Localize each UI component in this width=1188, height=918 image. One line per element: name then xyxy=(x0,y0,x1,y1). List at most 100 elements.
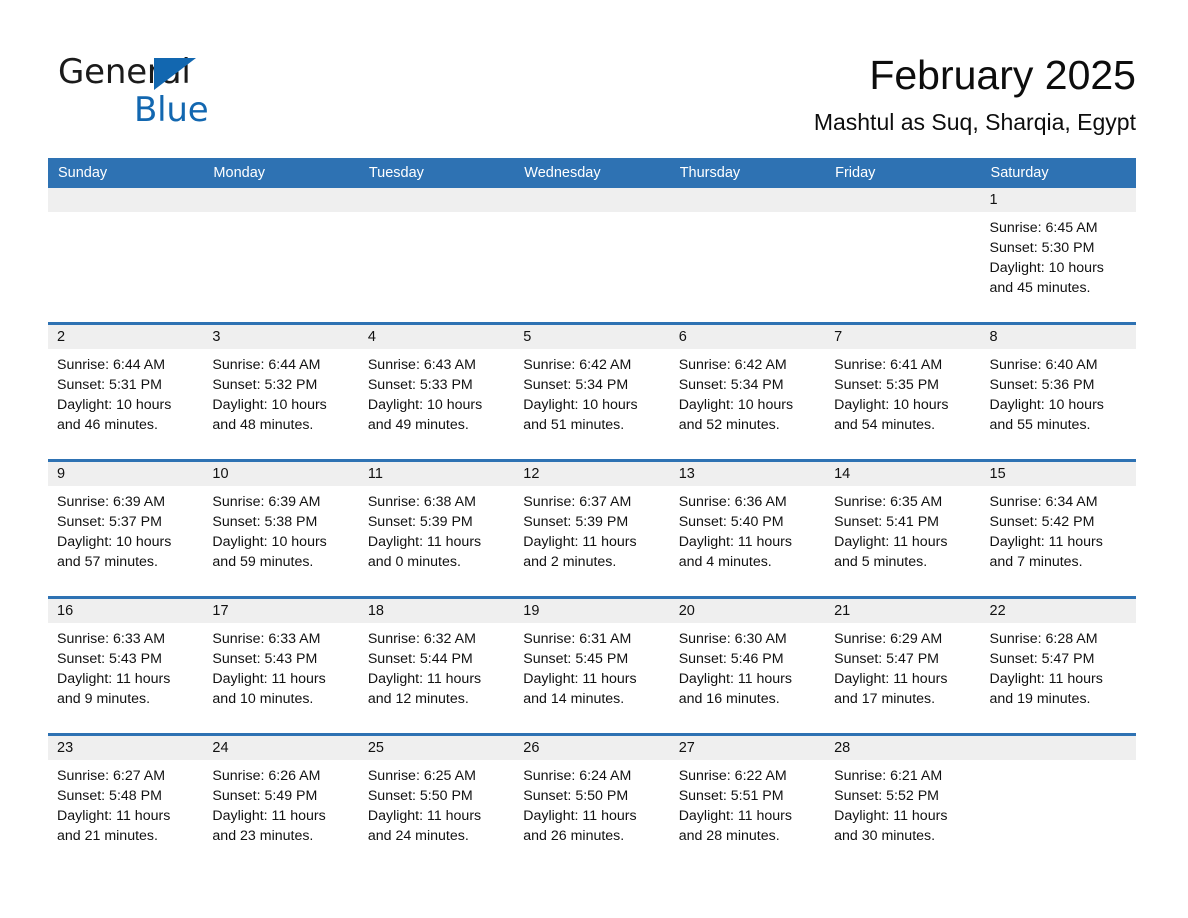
daylight-text-line1: Daylight: 10 hours xyxy=(367,397,483,413)
day-cell[interactable] xyxy=(48,188,204,322)
sunset-text: Sunset: 5:51 PM xyxy=(678,788,784,804)
day-number: 24 xyxy=(203,736,359,760)
day-details xyxy=(981,760,1136,870)
day-details: Sunrise: 6:45 AM Sunset: 5:30 PM Daylight:… xyxy=(981,212,1136,322)
day-number: 1 xyxy=(980,188,1136,212)
day-cell[interactable]: 18 Sunrise: 6:32 AM Sunset: 5:44 PM Dayligh… xyxy=(358,599,515,733)
sunset-text: Sunset: 5:31 PM xyxy=(57,377,162,393)
daylight-text-line1: Daylight: 11 hours xyxy=(834,671,948,687)
daylight-text-line2: and 0 minutes. xyxy=(367,554,461,570)
day-details xyxy=(48,212,203,322)
day-cell[interactable] xyxy=(825,188,981,322)
daylight-text-line2: and 14 minutes. xyxy=(523,691,625,707)
day-details: Sunrise: 6:33 AM Sunset: 5:43 PM Daylight:… xyxy=(203,623,358,733)
day-cell[interactable]: 4 Sunrise: 6:43 AM Sunset: 5:33 PM Daylight… xyxy=(358,325,515,459)
day-cell[interactable]: 17 Sunrise: 6:33 AM Sunset: 5:43 PM Dayligh… xyxy=(203,599,359,733)
day-number xyxy=(48,188,204,212)
day-details: Sunrise: 6:40 AM Sunset: 5:36 PM Daylight:… xyxy=(981,349,1136,459)
day-number: 16 xyxy=(48,599,204,623)
day-cell[interactable]: 25 Sunrise: 6:25 AM Sunset: 5:50 PM Dayligh… xyxy=(358,736,515,870)
daylight-text-line1: Daylight: 11 hours xyxy=(212,808,326,824)
day-number: 19 xyxy=(514,599,670,623)
daylight-text-line2: and 49 minutes. xyxy=(367,417,469,433)
daylight-text-line1: Daylight: 11 hours xyxy=(989,671,1103,687)
day-cell[interactable]: 9 Sunrise: 6:39 AM Sunset: 5:37 PM Daylight… xyxy=(48,462,204,596)
day-number: 10 xyxy=(203,462,359,486)
calendar-table: Sunday Monday Tuesday Wednesday Thursday… xyxy=(48,158,1136,870)
day-number xyxy=(669,188,826,212)
day-number: 17 xyxy=(203,599,359,623)
day-cell[interactable] xyxy=(980,736,1136,870)
day-number xyxy=(203,188,359,212)
day-cell[interactable]: 24 Sunrise: 6:26 AM Sunset: 5:49 PM Dayligh… xyxy=(203,736,359,870)
sunset-text: Sunset: 5:48 PM xyxy=(57,788,162,804)
day-number: 9 xyxy=(48,462,204,486)
day-cell[interactable]: 14 Sunrise: 6:35 AM Sunset: 5:41 PM Dayligh… xyxy=(825,462,981,596)
sunset-text: Sunset: 5:36 PM xyxy=(989,377,1095,393)
day-cell[interactable]: 6 Sunrise: 6:42 AM Sunset: 5:34 PM Daylight… xyxy=(669,325,826,459)
day-cell[interactable]: 23 Sunrise: 6:27 AM Sunset: 5:48 PM Dayligh… xyxy=(48,736,204,870)
daylight-text-line2: and 54 minutes. xyxy=(834,417,936,433)
sunset-text: Sunset: 5:44 PM xyxy=(367,651,473,667)
daylight-text-line2: and 10 minutes. xyxy=(212,691,314,707)
day-cell[interactable]: 12 Sunrise: 6:37 AM Sunset: 5:39 PM Dayligh… xyxy=(514,462,670,596)
daylight-text-line1: Daylight: 11 hours xyxy=(989,534,1103,550)
day-details: Sunrise: 6:42 AM Sunset: 5:34 PM Daylight:… xyxy=(670,349,825,459)
day-cell[interactable]: 8 Sunrise: 6:40 AM Sunset: 5:36 PM Daylight… xyxy=(980,325,1136,459)
sunset-text: Sunset: 5:41 PM xyxy=(834,514,939,530)
day-cell[interactable]: 16 Sunrise: 6:33 AM Sunset: 5:43 PM Dayligh… xyxy=(48,599,204,733)
day-number: 8 xyxy=(980,325,1136,349)
day-cell[interactable]: 1 Sunrise: 6:45 AM Sunset: 5:30 PM Daylight… xyxy=(980,188,1136,322)
day-cell[interactable]: 20 Sunrise: 6:30 AM Sunset: 5:46 PM Dayligh… xyxy=(669,599,826,733)
sunset-text: Sunset: 5:32 PM xyxy=(212,377,318,393)
day-cell[interactable]: 21 Sunrise: 6:29 AM Sunset: 5:47 PM Dayligh… xyxy=(825,599,981,733)
day-details: Sunrise: 6:36 AM Sunset: 5:40 PM Daylight:… xyxy=(670,486,825,596)
title-block: February 2025 Mashtul as Suq, Sharqia, E… xyxy=(814,50,1136,136)
daylight-text-line1: Daylight: 11 hours xyxy=(367,671,482,687)
sunrise-text: Sunrise: 6:22 AM xyxy=(678,768,787,784)
day-number: 2 xyxy=(48,325,204,349)
day-details: Sunrise: 6:39 AM Sunset: 5:38 PM Daylight:… xyxy=(203,486,358,596)
day-cell[interactable]: 5 Sunrise: 6:42 AM Sunset: 5:34 PM Daylight… xyxy=(514,325,670,459)
sunset-text: Sunset: 5:34 PM xyxy=(678,377,784,393)
daylight-text-line2: and 2 minutes. xyxy=(523,554,617,570)
weekday-header-thursday: Thursday xyxy=(679,165,741,181)
sunrise-text: Sunrise: 6:31 AM xyxy=(523,631,632,647)
day-details: Sunrise: 6:44 AM Sunset: 5:32 PM Daylight:… xyxy=(203,349,358,459)
day-cell[interactable]: 13 Sunrise: 6:36 AM Sunset: 5:40 PM Dayligh… xyxy=(669,462,826,596)
daylight-text-line2: and 46 minutes. xyxy=(57,417,158,433)
daylight-text-line1: Daylight: 10 hours xyxy=(212,397,327,413)
day-cell[interactable]: 28 Sunrise: 6:21 AM Sunset: 5:52 PM Dayligh… xyxy=(825,736,981,870)
sunset-text: Sunset: 5:33 PM xyxy=(367,377,473,393)
day-cell[interactable]: 15 Sunrise: 6:34 AM Sunset: 5:42 PM Dayligh… xyxy=(980,462,1136,596)
day-cell[interactable]: 7 Sunrise: 6:41 AM Sunset: 5:35 PM Daylight… xyxy=(825,325,981,459)
day-cell[interactable]: 3 Sunrise: 6:44 AM Sunset: 5:32 PM Daylight… xyxy=(203,325,359,459)
day-cell[interactable]: 26 Sunrise: 6:24 AM Sunset: 5:50 PM Dayligh… xyxy=(514,736,670,870)
sunset-text: Sunset: 5:38 PM xyxy=(212,514,318,530)
day-cell[interactable] xyxy=(203,188,359,322)
day-cell[interactable] xyxy=(358,188,515,322)
daylight-text-line2: and 24 minutes. xyxy=(367,828,469,844)
day-cell[interactable]: 11 Sunrise: 6:38 AM Sunset: 5:39 PM Dayligh… xyxy=(358,462,515,596)
day-cell[interactable]: 2 Sunrise: 6:44 AM Sunset: 5:31 PM Daylight… xyxy=(48,325,204,459)
day-details xyxy=(359,212,514,322)
calendar-week-row: 9 Sunrise: 6:39 AM Sunset: 5:37 PM Daylight… xyxy=(48,459,1136,596)
day-number: 6 xyxy=(669,325,826,349)
day-cell[interactable] xyxy=(669,188,826,322)
sunrise-text: Sunrise: 6:30 AM xyxy=(678,631,787,647)
sunrise-text: Sunrise: 6:44 AM xyxy=(212,357,321,373)
day-cell[interactable]: 10 Sunrise: 6:39 AM Sunset: 5:38 PM Dayligh… xyxy=(203,462,359,596)
daylight-text-line2: and 21 minutes. xyxy=(57,828,158,844)
calendar-week-row: 23 Sunrise: 6:27 AM Sunset: 5:48 PM Dayligh… xyxy=(48,733,1136,870)
day-number xyxy=(980,736,1136,760)
day-cell[interactable]: 22 Sunrise: 6:28 AM Sunset: 5:47 PM Dayligh… xyxy=(980,599,1136,733)
calendar-week-row: 1 Sunrise: 6:45 AM Sunset: 5:30 PM Daylight… xyxy=(48,188,1136,322)
day-details: Sunrise: 6:32 AM Sunset: 5:44 PM Daylight:… xyxy=(359,623,514,733)
sunrise-text: Sunrise: 6:45 AM xyxy=(989,220,1098,236)
day-number: 27 xyxy=(669,736,826,760)
daylight-text-line2: and 9 minutes. xyxy=(57,691,151,707)
sunset-text: Sunset: 5:39 PM xyxy=(523,514,629,530)
day-cell[interactable]: 19 Sunrise: 6:31 AM Sunset: 5:45 PM Dayligh… xyxy=(514,599,670,733)
day-cell[interactable] xyxy=(514,188,670,322)
day-cell[interactable]: 27 Sunrise: 6:22 AM Sunset: 5:51 PM Dayligh… xyxy=(669,736,826,870)
